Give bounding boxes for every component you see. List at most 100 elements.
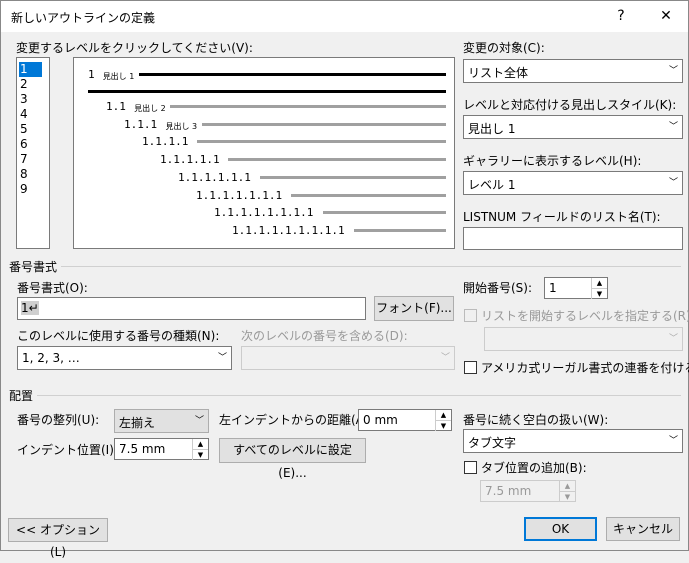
number-format-label: 番号書式(O): — [17, 281, 88, 295]
spin-up-icon[interactable]: ▲ — [192, 439, 208, 449]
level-item[interactable]: 4 — [19, 107, 42, 122]
link-style-label: レベルと対応付ける見出しスタイル(K): — [463, 98, 677, 112]
close-icon: ✕ — [660, 8, 672, 24]
tab-position-spinner[interactable]: 7.5 mm ▲ ▼ — [480, 480, 576, 502]
preview-number: 1.1.1 — [124, 118, 158, 131]
cancel-button[interactable]: キャンセル — [606, 517, 680, 541]
chevron-down-icon: ﹀ — [668, 66, 678, 76]
align-value: 左揃え — [119, 416, 156, 430]
level-list-label: 変更するレベルをクリックしてください(V): — [16, 41, 253, 55]
chevron-down-icon: ﹀ — [668, 334, 678, 344]
preview-text-line — [201, 123, 446, 126]
level-item[interactable]: 8 — [19, 167, 42, 182]
align-select[interactable]: 左揃え ﹀ — [114, 409, 209, 433]
number-style-label: このレベルに使用する番号の種類(N): — [17, 329, 220, 343]
spin-up-icon[interactable]: ▲ — [435, 410, 451, 420]
number-format-group-label: 番号書式 — [9, 260, 58, 274]
dialog-title: 新しいアウトラインの定義 — [11, 11, 156, 25]
preview-number: 1.1 — [106, 100, 126, 113]
group-divider — [61, 266, 681, 267]
spin-down-icon[interactable]: ▼ — [591, 288, 607, 299]
gallery-level-value: レベル 1 — [468, 178, 516, 192]
preview-heading-label: 見出し 2 — [134, 104, 166, 113]
help-button[interactable]: ? — [599, 1, 643, 32]
restart-checkbox[interactable] — [464, 309, 477, 322]
chevron-down-icon: ﹀ — [668, 436, 678, 446]
set-all-levels-button[interactable]: すべてのレベルに設定(E)... — [219, 438, 366, 480]
close-button[interactable]: ✕ — [644, 1, 688, 32]
restart-level-select[interactable]: ﹀ — [484, 327, 683, 351]
legal-style-label: アメリカ式リーガル書式の連番を付ける(G) — [481, 361, 689, 375]
spin-down-icon[interactable]: ▼ — [192, 449, 208, 460]
outline-preview: 1 見出し 1 1.1 見出し 2 1.1.1 見出し 3 1.1.1.1 1.1.1.1.1… — [73, 57, 455, 249]
number-format-value: 1↵ — [21, 301, 39, 315]
legal-style-checkbox[interactable] — [464, 361, 477, 374]
level-item[interactable]: 5 — [19, 122, 42, 137]
text-indent-label: インデント位置(I): — [17, 443, 118, 457]
spin-down-icon[interactable]: ▼ — [435, 420, 451, 431]
preview-number: 1.1.1.1.1.1.1.1.1 — [232, 224, 345, 237]
follow-number-label: 番号に続く空白の扱い(W): — [463, 413, 609, 427]
preview-text-line — [196, 140, 446, 143]
preview-text-line — [88, 90, 446, 93]
preview-heading-label: 見出し 1 — [102, 72, 135, 81]
number-format-input[interactable]: 1↵ — [17, 297, 366, 320]
group-divider — [37, 395, 681, 396]
preview-number: 1 — [88, 68, 95, 81]
restart-label: リストを開始するレベルを指定する(R): — [481, 309, 689, 323]
preview-text-line — [353, 229, 446, 232]
level-listbox[interactable]: 123456789 — [16, 57, 50, 249]
options-button[interactable]: << オプション(L) — [8, 518, 108, 559]
include-level-select[interactable]: ﹀ — [241, 346, 455, 370]
preview-row: 1.1.1.1 — [74, 135, 454, 149]
preview-row: 1.1.1 見出し 3 — [74, 118, 454, 132]
preview-text-line — [228, 158, 446, 161]
preview-number: 1.1.1.1 — [142, 135, 189, 148]
number-style-select[interactable]: 1, 2, 3, … ﹀ — [17, 346, 232, 370]
align-label: 番号の整列(U): — [17, 413, 100, 427]
chevron-down-icon: ﹀ — [668, 122, 678, 132]
apply-to-label: 変更の対象(C): — [463, 41, 545, 55]
level-item[interactable]: 1 — [19, 62, 42, 77]
start-at-label: 開始番号(S): — [463, 281, 533, 295]
spin-up-icon[interactable]: ▲ — [591, 278, 607, 288]
preview-text-line — [259, 176, 446, 179]
preview-text-line — [138, 73, 446, 76]
level-item[interactable]: 6 — [19, 137, 42, 152]
link-style-select[interactable]: 見出し 1 ﹀ — [463, 115, 683, 139]
add-tab-checkbox[interactable] — [464, 461, 477, 474]
chevron-down-icon: ﹀ — [440, 353, 450, 363]
position-group-label: 配置 — [9, 389, 34, 403]
title-bar: 新しいアウトラインの定義 ? ✕ — [1, 1, 688, 32]
preview-row: 1.1.1.1.1.1 — [74, 171, 454, 185]
number-style-value: 1, 2, 3, … — [22, 351, 80, 365]
preview-number: 1.1.1.1.1.1.1 — [196, 189, 283, 202]
spin-down-icon[interactable]: ▼ — [559, 491, 575, 502]
ok-button[interactable]: OK — [524, 517, 597, 541]
preview-number: 1.1.1.1.1 — [160, 153, 220, 166]
include-level-label: 次のレベルの番号を含める(D): — [241, 329, 408, 343]
level-item[interactable]: 7 — [19, 152, 42, 167]
chevron-down-icon: ﹀ — [668, 178, 678, 188]
apply-to-select[interactable]: リスト全体 ﹀ — [463, 59, 683, 83]
indent-at-spinner[interactable]: 0 mm ▲ ▼ — [358, 409, 452, 431]
text-indent-spinner[interactable]: 7.5 mm ▲ ▼ — [114, 438, 209, 460]
define-outline-dialog: 新しいアウトラインの定義 ? ✕ 変更するレベルをクリックしてください(V): … — [0, 0, 689, 559]
level-item[interactable]: 9 — [19, 182, 42, 197]
start-at-spinner[interactable]: 1 ▲ ▼ — [544, 277, 608, 299]
level-item[interactable]: 3 — [19, 92, 42, 107]
font-button[interactable]: フォント(F)... — [374, 296, 454, 321]
preview-row: 1.1 見出し 2 — [74, 100, 454, 114]
listnum-label: LISTNUM フィールドのリスト名(T): — [463, 210, 661, 224]
spin-up-icon[interactable]: ▲ — [559, 481, 575, 491]
preview-row: 1.1.1.1.1.1.1.1 — [74, 206, 454, 220]
gallery-level-select[interactable]: レベル 1 ﹀ — [463, 171, 683, 195]
listnum-input[interactable] — [463, 227, 683, 250]
preview-text-line — [170, 105, 446, 108]
follow-number-select[interactable]: タブ文字 ﹀ — [463, 429, 683, 453]
preview-row: 1.1.1.1.1 — [74, 153, 454, 167]
preview-row: 1.1.1.1.1.1.1 — [74, 189, 454, 203]
level-item[interactable]: 2 — [19, 77, 42, 92]
tab-position-value: 7.5 mm — [485, 484, 532, 498]
preview-text-line — [291, 194, 446, 197]
